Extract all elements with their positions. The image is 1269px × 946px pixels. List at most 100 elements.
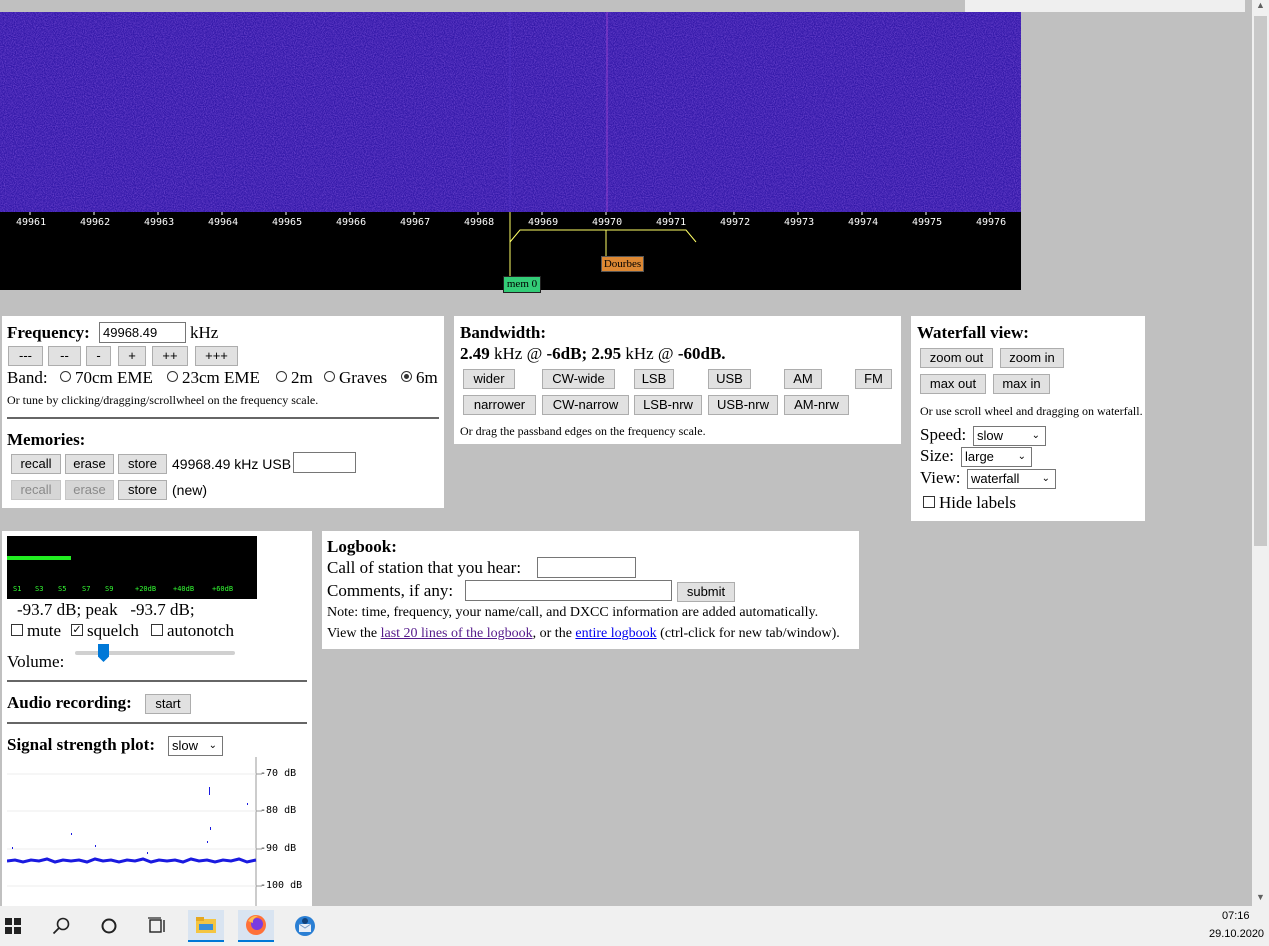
- tune-up-small-button[interactable]: +: [118, 346, 146, 366]
- file-explorer-icon[interactable]: [188, 910, 224, 942]
- scrollbar-thumb[interactable]: [1254, 16, 1267, 546]
- max-out-button[interactable]: max out: [920, 374, 986, 394]
- tune-down-medium-button[interactable]: --: [48, 346, 81, 366]
- windows-start-icon[interactable]: [0, 910, 31, 942]
- squelch-checkbox[interactable]: ✓: [71, 624, 83, 636]
- search-icon[interactable]: [43, 910, 79, 942]
- task-view-icon[interactable]: [139, 910, 175, 942]
- usb-button[interactable]: USB: [708, 369, 751, 389]
- cw-wide-button[interactable]: CW-wide: [542, 369, 615, 389]
- call-input[interactable]: [537, 557, 636, 578]
- size-select[interactable]: large ⌄: [961, 447, 1032, 467]
- memory-name-input[interactable]: [293, 452, 356, 473]
- band-radio-graves[interactable]: [324, 371, 335, 382]
- frequency-input[interactable]: 49968.49: [99, 322, 186, 343]
- freq-tick: 49969: [528, 217, 559, 228]
- store-new-button[interactable]: store: [118, 480, 167, 500]
- thunderbird-icon[interactable]: [287, 910, 323, 942]
- freq-tick: 49975: [912, 217, 943, 228]
- cw-narrow-button[interactable]: CW-narrow: [542, 395, 629, 415]
- last-20-lines-link[interactable]: last 20 lines of the logbook: [381, 626, 533, 641]
- freq-tick: 49962: [80, 217, 111, 228]
- mute-checkbox[interactable]: [11, 624, 23, 636]
- s-meter-label: S5: [58, 585, 67, 593]
- max-in-button[interactable]: max in: [993, 374, 1050, 394]
- recall-button-disabled: recall: [11, 480, 61, 500]
- erase-button[interactable]: erase: [65, 454, 114, 474]
- zoom-in-button[interactable]: zoom in: [1000, 348, 1064, 368]
- band-radio-6m[interactable]: [401, 371, 412, 382]
- erase-button-disabled: erase: [65, 480, 114, 500]
- bandwidth-readout: 2.49 kHz @ -6dB; 2.95 kHz @ -60dB.: [460, 344, 726, 363]
- freq-tick: 49964: [208, 217, 239, 228]
- s-meter-label: +40dB: [173, 585, 195, 593]
- view-label: View:: [920, 468, 961, 487]
- tune-up-medium-button[interactable]: ++: [152, 346, 188, 366]
- volume-label: Volume:: [7, 652, 65, 671]
- dourbes-marker[interactable]: Dourbes: [601, 256, 644, 272]
- hide-labels-label: Hide labels: [939, 493, 1016, 512]
- clock-time: 07:16: [1222, 910, 1250, 922]
- passband-shape: [509, 229, 697, 243]
- memory-info: 49968.49 kHz USB: [172, 456, 292, 472]
- band-radio-70cm[interactable]: [60, 371, 71, 382]
- freq-tick: 49968: [464, 217, 495, 228]
- band-radio-2m[interactable]: [276, 371, 287, 382]
- waterfall-canvas[interactable]: [0, 12, 1021, 212]
- band-radio-23cm[interactable]: [167, 371, 178, 382]
- plot-db-label: -80 dB: [260, 805, 297, 816]
- lsb-button[interactable]: LSB: [634, 369, 674, 389]
- tune-down-large-button[interactable]: ---: [8, 346, 43, 366]
- audio-recording-label: Audio recording:: [7, 693, 132, 712]
- freq-tick: 49970: [592, 217, 623, 228]
- am-nrw-button[interactable]: AM-nrw: [784, 395, 849, 415]
- signal-plot-label: Signal strength plot:: [7, 735, 155, 754]
- view-select[interactable]: waterfall ⌄: [967, 469, 1056, 489]
- plot-db-label: -90 dB: [260, 843, 297, 854]
- freq-tick: 49967: [400, 217, 431, 228]
- fm-button[interactable]: FM: [855, 369, 892, 389]
- wider-button[interactable]: wider: [463, 369, 515, 389]
- s-meter-label: S1: [13, 585, 22, 593]
- frequency-unit: kHz: [190, 323, 219, 342]
- hide-labels-checkbox[interactable]: [923, 496, 935, 508]
- s-meter-bar: [7, 556, 71, 560]
- recording-start-button[interactable]: start: [145, 694, 191, 714]
- recall-button[interactable]: recall: [11, 454, 61, 474]
- autonotch-checkbox[interactable]: [151, 624, 163, 636]
- logbook-title: Logbook:: [327, 537, 397, 556]
- s-meter-label: S9: [105, 585, 114, 593]
- firefox-icon[interactable]: [238, 910, 274, 942]
- entire-logbook-link[interactable]: entire logbook: [575, 626, 656, 641]
- squelch-label: squelch: [87, 621, 139, 640]
- s-meter-label: +60dB: [212, 585, 234, 593]
- mem-marker[interactable]: mem 0: [503, 276, 541, 293]
- store-button[interactable]: store: [118, 454, 167, 474]
- mute-label: mute: [27, 621, 61, 640]
- am-button[interactable]: AM: [784, 369, 822, 389]
- lsb-nrw-button[interactable]: LSB-nrw: [634, 395, 702, 415]
- zoom-out-button[interactable]: zoom out: [920, 348, 993, 368]
- tune-down-small-button[interactable]: -: [86, 346, 111, 366]
- divider: [7, 680, 307, 682]
- usb-nrw-button[interactable]: USB-nrw: [708, 395, 778, 415]
- tune-up-large-button[interactable]: +++: [195, 346, 238, 366]
- memories-title: Memories:: [7, 430, 86, 449]
- s-meter-label: S7: [82, 585, 91, 593]
- comments-input[interactable]: [465, 580, 672, 601]
- band-label: Band:: [7, 368, 48, 387]
- freq-tick: 49961: [16, 217, 47, 228]
- plot-speed-select[interactable]: slow ⌄: [168, 736, 223, 756]
- freq-tick: 49972: [720, 217, 751, 228]
- speed-select[interactable]: slow ⌄: [973, 426, 1046, 446]
- s-meter-label: +20dB: [135, 585, 157, 593]
- submit-button[interactable]: submit: [677, 582, 735, 602]
- scroll-up-icon[interactable]: ▲: [1252, 0, 1269, 14]
- bandwidth-title: Bandwidth:: [460, 323, 546, 342]
- call-label: Call of station that you hear:: [327, 558, 522, 577]
- cortana-icon[interactable]: [91, 910, 127, 942]
- narrower-button[interactable]: narrower: [463, 395, 536, 415]
- vertical-scrollbar[interactable]: ▲ ▼: [1252, 0, 1269, 906]
- scroll-down-icon[interactable]: ▼: [1252, 892, 1269, 906]
- waterfall-view-title: Waterfall view:: [917, 323, 1029, 342]
